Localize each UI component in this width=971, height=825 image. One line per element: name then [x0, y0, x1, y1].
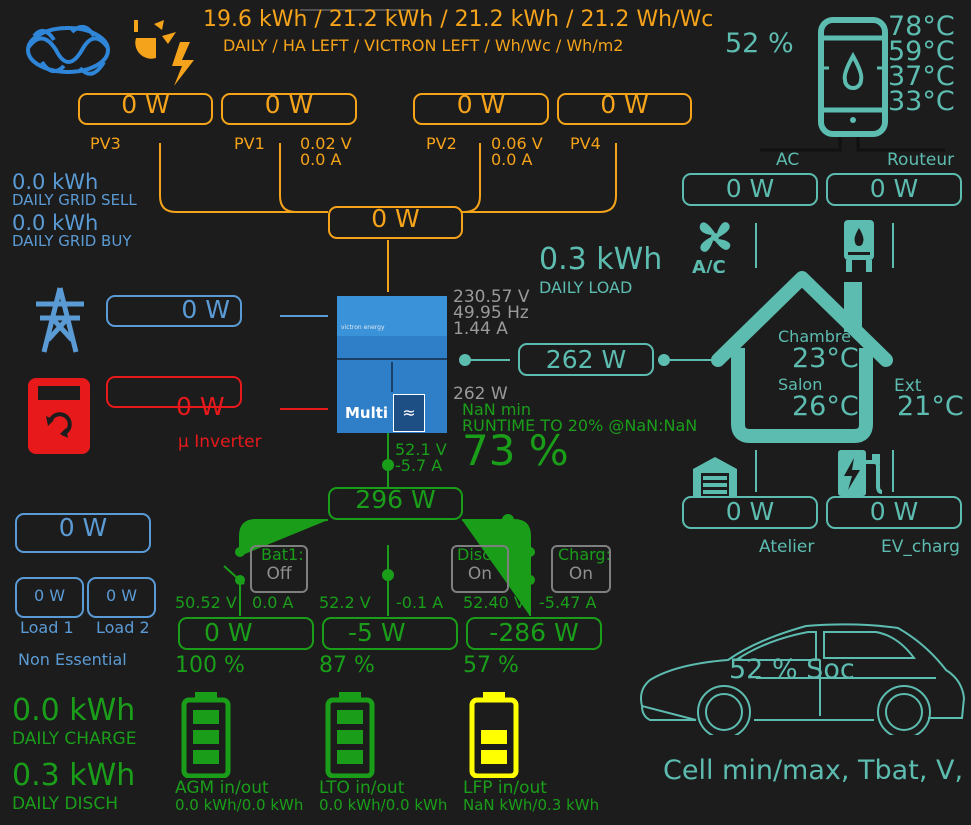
- atelier-label: Atelier: [759, 537, 815, 557]
- house-ext-temp: 21°C: [897, 391, 964, 422]
- car-cell-info: Cell min/max, Tbat, V,: [663, 755, 964, 786]
- ev-label: EV_charg: [881, 537, 960, 557]
- charg-switch-button[interactable]: On: [551, 545, 611, 593]
- grid-buy-value: 0.0 kWh: [12, 211, 99, 235]
- daily-charge-value: 0.0 kWh: [12, 693, 136, 728]
- lfp-voltage: 52.40 V: [463, 593, 525, 612]
- victron-logo-icon: [26, 24, 110, 76]
- fan-ac-icon: A/C: [692, 222, 731, 273]
- daily-load-value: 0.3 kWh: [539, 242, 663, 277]
- sun-lightning-icon: [134, 20, 194, 86]
- daily-load-label: DAILY LOAD: [539, 278, 633, 297]
- agm-power: 0 W: [178, 617, 314, 650]
- lto-name: LTO in/out: [319, 778, 405, 798]
- micro-inverter-power: 0 W: [176, 392, 225, 421]
- daily-disch-value: 0.3 kWh: [12, 758, 136, 793]
- lto-soc: 87 %: [319, 653, 375, 678]
- lto-power: -5 W: [322, 617, 458, 650]
- agm-energy: 0.0 kWh/0.0 kWh: [175, 796, 304, 814]
- agm-soc: 100 %: [175, 653, 245, 678]
- ev-power: 0 W: [826, 496, 962, 529]
- pv4-power: 0 W: [557, 92, 692, 125]
- agm-current: 0.0 A: [252, 593, 294, 612]
- ac-label: AC: [776, 150, 800, 170]
- multi-inverter: victron energy Multi ≈: [337, 296, 447, 433]
- lto-current: -0.1 A: [396, 593, 444, 612]
- inverter-ac-current: 1.44 A: [453, 319, 508, 339]
- non-essential-label: Non Essential: [18, 650, 127, 669]
- boiler-percent: 52 %: [725, 28, 794, 59]
- agm-name: AGM in/out: [175, 778, 269, 798]
- inverter-brand: victron energy: [341, 324, 385, 331]
- lfp-power: -286 W: [466, 617, 602, 650]
- pv3-label: PV3: [90, 134, 121, 153]
- grid-power: 0 W: [106, 295, 242, 327]
- ac-power: 0 W: [682, 173, 818, 206]
- ev-charger-icon: [838, 450, 883, 496]
- battery-icon: [325, 692, 375, 778]
- car-soc: 52 % Soc: [729, 654, 855, 685]
- grid-buy-label: DAILY GRID BUY: [12, 232, 132, 250]
- grid-sell-value: 0.0 kWh: [12, 170, 99, 194]
- lfp-energy: NaN kWh/0.3 kWh: [463, 796, 600, 814]
- lfp-soc: 57 %: [463, 653, 519, 678]
- pv1-current: 0.0 A: [300, 150, 342, 169]
- inverter-model: Multi: [345, 404, 389, 422]
- agm-voltage: 50.52 V: [175, 593, 237, 612]
- load2-label: Load 2: [96, 618, 150, 637]
- pv3-power: 0 W: [78, 92, 213, 125]
- header-energy-caption: DAILY / HA LEFT / VICTRON LEFT / Wh/Wc /…: [223, 36, 624, 55]
- pv2-power: 0 W: [413, 92, 549, 125]
- load2-power: 0 W: [87, 577, 156, 618]
- load1-power: 0 W: [15, 577, 84, 618]
- routeur-label: Routeur: [887, 150, 955, 170]
- inverter-dc-current: -5.7 A: [395, 456, 443, 475]
- battery-icon: [181, 692, 231, 778]
- router-icon: [844, 220, 874, 272]
- battery-icon: [469, 692, 519, 778]
- header-energy-line: 19.6 kWh / 21.2 kWh / 21.2 kWh / 21.2 Wh…: [203, 7, 714, 32]
- non-essential-power: 0 W: [15, 513, 151, 553]
- pv2-current: 0.0 A: [491, 150, 533, 169]
- house-room1-temp: 23°C: [792, 343, 859, 374]
- lto-voltage: 52.2 V: [319, 593, 371, 612]
- pv1-label: PV1: [234, 134, 265, 153]
- boiler-temp-4: 33°C: [888, 86, 955, 117]
- daily-charge-label: DAILY CHARGE: [12, 729, 137, 749]
- pv4-label: PV4: [570, 134, 601, 153]
- garage-icon: [693, 457, 737, 497]
- grid-sell-label: DAILY GRID SELL: [12, 191, 137, 209]
- lfp-name: LFP in/out: [463, 778, 547, 798]
- pv1-power: 0 W: [221, 92, 357, 125]
- pv2-label: PV2: [426, 134, 457, 153]
- bat1-switch-button[interactable]: Off: [250, 545, 308, 593]
- daily-disch-label: DAILY DISCH: [12, 794, 118, 814]
- pv-total-power: 0 W: [328, 206, 463, 239]
- inverter-symbol-icon: ≈: [393, 394, 425, 432]
- atelier-power: 0 W: [682, 496, 818, 529]
- battery-bus-power: 296 W: [328, 487, 463, 520]
- micro-inverter-label: µ Inverter: [178, 432, 262, 452]
- boiler-icon: [818, 17, 888, 137]
- lfp-current: -5.47 A: [539, 593, 597, 612]
- load-power: 262 W: [518, 343, 654, 376]
- lto-energy: 0.0 kWh/0.0 kWh: [319, 796, 448, 814]
- pylon-icon: [36, 287, 84, 353]
- routeur-power: 0 W: [826, 173, 962, 206]
- house-room2-temp: 26°C: [792, 391, 859, 422]
- runtime-soc: 73 %: [462, 426, 569, 475]
- load1-label: Load 1: [20, 618, 74, 637]
- micro-inverter-icon: [28, 378, 90, 454]
- disch-switch-button[interactable]: On: [451, 545, 509, 593]
